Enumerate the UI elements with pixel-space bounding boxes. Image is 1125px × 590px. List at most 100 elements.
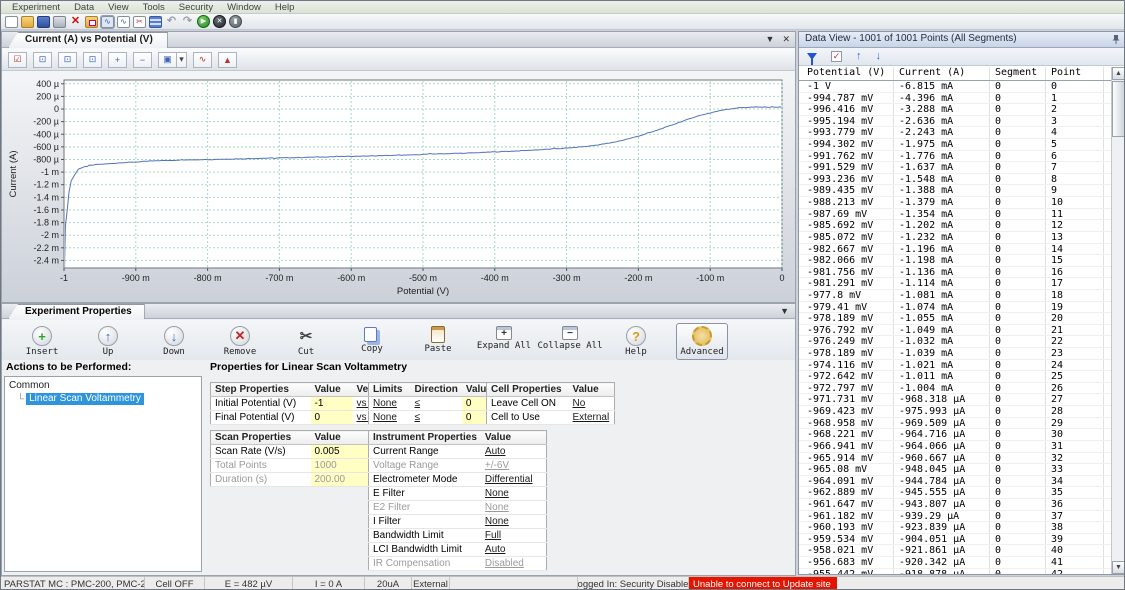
down-button[interactable]: ↓Down xyxy=(148,323,200,360)
data-row-33[interactable]: -965.08 mV-948.045 µA033 xyxy=(799,464,1111,476)
column-header-current-a[interactable]: Current (A) xyxy=(899,67,965,78)
scroll-down-icon[interactable]: ▼ xyxy=(1112,561,1125,574)
data-row-38[interactable]: -960.193 mV-923.839 µA038 xyxy=(799,522,1111,534)
instrument-cell-bandwidth-limit-1[interactable]: Full xyxy=(481,529,547,543)
export-folder-icon[interactable] xyxy=(85,16,98,28)
menu-item-help[interactable]: Help xyxy=(268,2,302,13)
run-icon[interactable]: ▶ xyxy=(197,15,210,28)
tree-item-linear-scan-voltammetry[interactable]: Linear Scan Voltammetry xyxy=(26,393,144,405)
data-row-42[interactable]: -955.442 mV-918.878 µA042 xyxy=(799,569,1111,574)
overlay-view-icon[interactable]: ∿ xyxy=(117,16,130,28)
data-row-7[interactable]: -991.529 mV-1.637 mA07 xyxy=(799,162,1111,174)
column-header-potential-v[interactable]: Potential (V) xyxy=(807,67,885,78)
data-row-29[interactable]: -968.958 mV-969.509 µA029 xyxy=(799,418,1111,430)
step-cell-initial-potential-v-1[interactable]: -1 xyxy=(311,397,353,411)
filter-icon[interactable] xyxy=(807,53,817,60)
data-row-28[interactable]: -969.423 mV-975.993 µA028 xyxy=(799,406,1111,418)
menu-item-experiment[interactable]: Experiment xyxy=(5,2,67,13)
data-list-view-icon[interactable] xyxy=(149,16,162,28)
cell-cell-leave-cell-on-1[interactable]: No xyxy=(569,397,615,411)
data-row-24[interactable]: -974.116 mV-1.021 mA024 xyxy=(799,360,1111,372)
data-row-0[interactable]: -1 V-6.815 mA00 xyxy=(799,81,1111,93)
instrument-cell-lci-bandwidth-limit-1[interactable]: Auto xyxy=(481,543,547,557)
scan-cell-scan-rate-v-s-1[interactable]: 0.005 xyxy=(311,445,369,459)
copy-plot-icon[interactable]: ▣ xyxy=(158,52,177,68)
up-button[interactable]: ↑Up xyxy=(82,323,134,360)
step-cell-final-potential-v-1[interactable]: 0 xyxy=(311,411,353,425)
trace-select-icon[interactable]: ∿ xyxy=(193,52,212,68)
chart-panel-close-icon[interactable]: ✕ xyxy=(782,34,790,45)
data-row-17[interactable]: -981.291 mV-1.114 mA017 xyxy=(799,278,1111,290)
data-row-3[interactable]: -995.194 mV-2.636 mA03 xyxy=(799,116,1111,128)
pause-icon[interactable]: ▮ xyxy=(229,15,242,28)
tree-item-common[interactable]: Common xyxy=(9,380,201,391)
data-row-13[interactable]: -985.072 mV-1.232 mA013 xyxy=(799,232,1111,244)
pin-icon[interactable] xyxy=(1112,34,1120,48)
scan-cell-duration-s-1[interactable]: 200.00 xyxy=(311,473,369,487)
undo-arrow-icon[interactable]: ↶ xyxy=(165,16,178,28)
data-row-6[interactable]: -991.762 mV-1.776 mA06 xyxy=(799,151,1111,163)
collapse-all-button[interactable]: −Collapse All xyxy=(544,323,596,354)
copy-button[interactable]: Copy xyxy=(346,323,398,357)
peak-find-icon[interactable]: ▲ xyxy=(218,52,237,68)
cell-cell-cell-to-use-1[interactable]: External xyxy=(569,411,615,425)
data-row-27[interactable]: -971.731 mV-968.318 µA027 xyxy=(799,394,1111,406)
data-row-14[interactable]: -982.667 mV-1.196 mA014 xyxy=(799,244,1111,256)
stop-icon[interactable]: ✕ xyxy=(213,15,226,28)
remove-button[interactable]: ✕Remove xyxy=(214,323,266,360)
menu-item-view[interactable]: View xyxy=(101,2,135,13)
edit-plot-icon[interactable]: ☑ xyxy=(8,52,27,68)
redo-arrow-icon[interactable]: ↷ xyxy=(181,16,194,28)
scrollbar-thumb[interactable] xyxy=(1112,81,1125,137)
data-row-5[interactable]: -994.302 mV-1.975 mA05 xyxy=(799,139,1111,151)
advanced-button[interactable]: Advanced xyxy=(676,323,728,360)
instrument-cell-voltage-range-1[interactable]: +/-6V xyxy=(481,459,547,473)
data-row-41[interactable]: -956.683 mV-920.342 µA041 xyxy=(799,557,1111,569)
graph-view-icon[interactable]: ∿ xyxy=(101,16,114,28)
move-to-top-icon[interactable]: ↑ xyxy=(856,51,862,62)
chart[interactable]: -1-900 m-800 m-700 m-600 m-500 m-400 m-3… xyxy=(4,72,794,300)
help-button[interactable]: ?Help xyxy=(610,323,662,360)
scan-cell-total-points-1[interactable]: 1000 xyxy=(311,459,369,473)
data-row-1[interactable]: -994.787 mV-4.396 mA01 xyxy=(799,93,1111,105)
data-row-16[interactable]: -981.756 mV-1.136 mA016 xyxy=(799,267,1111,279)
chart-panel-collapse-icon[interactable]: ▼ xyxy=(766,34,775,45)
data-row-9[interactable]: -989.435 mV-1.388 mA09 xyxy=(799,185,1111,197)
copy-plot-dropdown-icon[interactable]: ▾ xyxy=(177,52,187,68)
instrument-cell-electrometer-mode-1[interactable]: Differential xyxy=(481,473,547,487)
print-icon[interactable] xyxy=(53,16,66,28)
data-row-23[interactable]: -978.189 mV-1.039 mA023 xyxy=(799,348,1111,360)
column-header-segment[interactable]: Segment xyxy=(995,67,1037,78)
zoom-box-1-icon[interactable]: ⊡ xyxy=(33,52,52,68)
data-row-25[interactable]: -972.642 mV-1.011 mA025 xyxy=(799,371,1111,383)
instrument-cell-i-filter-1[interactable]: None xyxy=(481,515,547,529)
tab-experiment-properties[interactable]: Experiment Properties xyxy=(8,304,145,319)
data-row-39[interactable]: -959.534 mV-904.051 µA039 xyxy=(799,534,1111,546)
instrument-cell-e2-filter-1[interactable]: None xyxy=(481,501,547,515)
data-row-4[interactable]: -993.779 mV-2.243 mA04 xyxy=(799,127,1111,139)
data-row-22[interactable]: -976.249 mV-1.032 mA022 xyxy=(799,336,1111,348)
scroll-up-icon[interactable]: ▲ xyxy=(1112,67,1125,80)
data-row-31[interactable]: -966.941 mV-964.066 µA031 xyxy=(799,441,1111,453)
new-document-icon[interactable] xyxy=(5,16,18,28)
expand-all-button[interactable]: +Expand All xyxy=(478,323,530,354)
paste-button[interactable]: Paste xyxy=(412,323,464,357)
properties-collapse-icon[interactable]: ▼ xyxy=(780,306,789,316)
delete-icon[interactable]: ✕ xyxy=(69,16,82,28)
instrument-cell-ir-compensation-1[interactable]: Disabled xyxy=(481,557,547,571)
move-to-bottom-icon[interactable]: ↓ xyxy=(876,51,882,62)
data-table-scrollbar[interactable]: ▲ ▼ xyxy=(1111,67,1125,574)
data-row-30[interactable]: -968.221 mV-964.716 µA030 xyxy=(799,429,1111,441)
data-row-40[interactable]: -958.021 mV-921.861 µA040 xyxy=(799,545,1111,557)
zoom-in-icon[interactable]: + xyxy=(108,52,127,68)
data-row-32[interactable]: -965.914 mV-960.667 µA032 xyxy=(799,453,1111,465)
data-row-35[interactable]: -962.889 mV-945.555 µA035 xyxy=(799,487,1111,499)
data-row-21[interactable]: -976.792 mV-1.049 mA021 xyxy=(799,325,1111,337)
select-points-icon[interactable]: ✓ xyxy=(831,51,842,62)
zoom-box-2-icon[interactable]: ⊡ xyxy=(58,52,77,68)
data-row-12[interactable]: -985.692 mV-1.202 mA012 xyxy=(799,220,1111,232)
data-row-20[interactable]: -978.189 mV-1.055 mA020 xyxy=(799,313,1111,325)
limits-cell-none-1[interactable]: ≤ xyxy=(411,397,462,411)
data-row-26[interactable]: -972.797 mV-1.004 mA026 xyxy=(799,383,1111,395)
open-folder-icon[interactable] xyxy=(21,16,34,28)
